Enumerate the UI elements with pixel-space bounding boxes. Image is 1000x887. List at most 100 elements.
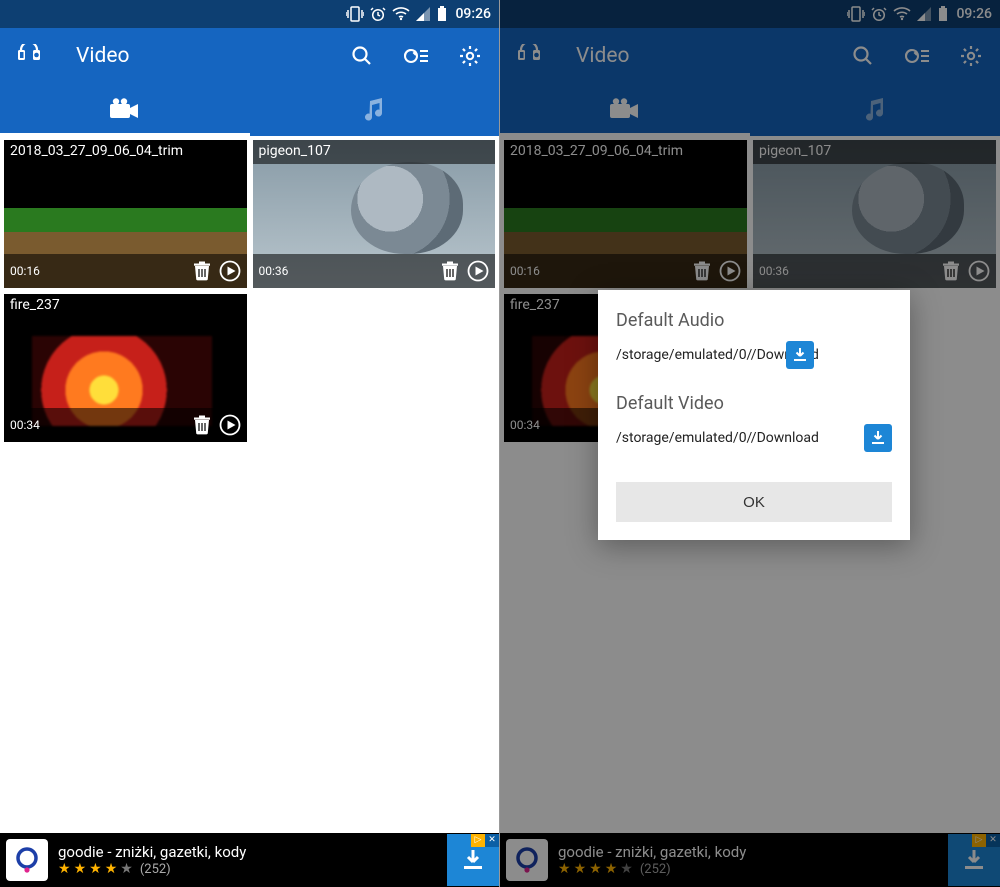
play-button[interactable] bbox=[467, 260, 489, 282]
dialog-heading-audio: Default Audio bbox=[616, 310, 892, 331]
settings-button[interactable] bbox=[956, 41, 986, 71]
download-icon bbox=[791, 346, 809, 364]
gear-icon bbox=[458, 44, 482, 68]
ad-banner[interactable]: goodie - zniżki, gazetki, kody ★★★★★ (25… bbox=[0, 833, 499, 887]
clock: 09:26 bbox=[455, 6, 491, 22]
video-tile[interactable]: 2018_03_27_09_06_04_trim 00:16 bbox=[504, 140, 747, 288]
page-title: Video bbox=[576, 44, 824, 68]
screen-left: 09:26 Video bbox=[0, 0, 500, 887]
download-icon bbox=[459, 846, 487, 874]
ad-label-icon: ▷ bbox=[471, 834, 485, 847]
star-icon: ★ bbox=[605, 861, 618, 877]
video-tile[interactable]: pigeon_107 00:36 bbox=[753, 140, 996, 288]
signal-icon bbox=[416, 7, 431, 21]
status-icons bbox=[847, 6, 948, 22]
play-button[interactable] bbox=[968, 260, 990, 282]
video-tile[interactable]: 2018_03_27_09_06_04_trim 00:16 bbox=[4, 140, 247, 288]
vibrate-icon bbox=[346, 6, 364, 22]
video-duration: 00:16 bbox=[510, 264, 685, 278]
play-circle-icon bbox=[467, 260, 489, 282]
delete-button[interactable] bbox=[191, 414, 213, 436]
ad-title: goodie - zniżki, gazetki, kody bbox=[58, 843, 447, 861]
video-duration: 00:34 bbox=[10, 418, 185, 432]
delete-button[interactable] bbox=[940, 260, 962, 282]
page-title: Video bbox=[76, 44, 323, 68]
ad-app-icon bbox=[6, 839, 48, 881]
tile-bottom-bar: 00:16 bbox=[4, 254, 247, 288]
search-button[interactable] bbox=[848, 41, 878, 71]
ad-badge: ▷ ✕ bbox=[972, 834, 1000, 847]
settings-button[interactable] bbox=[455, 41, 485, 71]
video-tile[interactable]: fire_237 00:34 bbox=[4, 294, 247, 442]
ad-title: goodie - zniżki, gazetki, kody bbox=[558, 843, 948, 861]
tab-audio[interactable] bbox=[250, 84, 500, 136]
default-video-path: /storage/emulated/0//Download bbox=[616, 429, 864, 447]
tab-video[interactable] bbox=[500, 84, 750, 136]
tab-video[interactable] bbox=[0, 84, 250, 136]
star-icon: ★ bbox=[105, 861, 118, 877]
pick-audio-folder-button[interactable] bbox=[786, 341, 814, 369]
battery-icon bbox=[437, 6, 447, 22]
tile-bottom-bar: 00:36 bbox=[253, 254, 496, 288]
refresh-list-button[interactable] bbox=[902, 41, 932, 71]
tile-bottom-bar: 00:16 bbox=[504, 254, 747, 288]
trash-icon bbox=[191, 414, 213, 436]
star-icon: ★ bbox=[589, 861, 602, 877]
delete-button[interactable] bbox=[191, 260, 213, 282]
ad-close-icon[interactable]: ✕ bbox=[485, 834, 499, 847]
ad-close-icon[interactable]: ✕ bbox=[986, 834, 1000, 847]
video-duration: 00:36 bbox=[259, 264, 434, 278]
ad-banner[interactable]: goodie - zniżki, gazetki, kody ★★★★★ (25… bbox=[500, 833, 1000, 887]
video-title: pigeon_107 bbox=[753, 140, 996, 164]
gear-icon bbox=[959, 44, 983, 68]
star-empty-icon: ★ bbox=[120, 861, 133, 877]
ad-rating-count: (252) bbox=[640, 862, 671, 877]
tab-bar bbox=[0, 84, 499, 136]
video-title: 2018_03_27_09_06_04_trim bbox=[504, 140, 747, 164]
play-button[interactable] bbox=[219, 260, 241, 282]
video-camera-icon bbox=[610, 98, 640, 122]
play-circle-icon bbox=[219, 260, 241, 282]
ad-rating: ★★★★★ (252) bbox=[558, 861, 948, 877]
trash-icon bbox=[191, 260, 213, 282]
app-logo-icon bbox=[14, 41, 44, 71]
video-tile[interactable]: pigeon_107 00:36 bbox=[253, 140, 496, 288]
video-title: 2018_03_27_09_06_04_trim bbox=[4, 140, 247, 164]
delete-button[interactable] bbox=[439, 260, 461, 282]
tile-bottom-bar: 00:36 bbox=[753, 254, 996, 288]
tab-bar bbox=[500, 84, 1000, 136]
play-button[interactable] bbox=[719, 260, 741, 282]
ad-install-button[interactable]: ▷ ✕ bbox=[948, 834, 1000, 886]
play-circle-icon bbox=[968, 260, 990, 282]
video-duration: 00:16 bbox=[10, 264, 185, 278]
ad-install-button[interactable]: ▷ ✕ bbox=[447, 834, 499, 886]
trash-icon bbox=[691, 260, 713, 282]
tab-audio[interactable] bbox=[750, 84, 1000, 136]
status-bar: 09:26 bbox=[0, 0, 499, 28]
refresh-list-button[interactable] bbox=[401, 41, 431, 71]
trash-icon bbox=[439, 260, 461, 282]
refresh-icon bbox=[403, 44, 429, 68]
video-title: fire_237 bbox=[4, 294, 247, 318]
play-circle-icon bbox=[719, 260, 741, 282]
ok-button[interactable]: OK bbox=[616, 482, 892, 522]
star-icon: ★ bbox=[89, 861, 102, 877]
ad-rating: ★★★★★ (252) bbox=[58, 861, 447, 877]
alarm-icon bbox=[370, 6, 386, 22]
status-bar: 09:26 bbox=[500, 0, 1000, 28]
alarm-icon bbox=[871, 6, 887, 22]
search-button[interactable] bbox=[347, 41, 377, 71]
wifi-icon bbox=[893, 7, 911, 21]
pick-video-folder-button[interactable] bbox=[864, 424, 892, 452]
music-note-icon bbox=[864, 98, 886, 122]
app-bar: Video bbox=[500, 28, 1000, 84]
trash-icon bbox=[940, 260, 962, 282]
star-icon: ★ bbox=[58, 861, 71, 877]
video-duration: 00:36 bbox=[759, 264, 934, 278]
tile-bottom-bar: 00:34 bbox=[4, 408, 247, 442]
download-icon bbox=[960, 846, 988, 874]
ad-app-icon bbox=[506, 839, 548, 881]
ad-text: goodie - zniżki, gazetki, kody ★★★★★ (25… bbox=[558, 843, 948, 877]
delete-button[interactable] bbox=[691, 260, 713, 282]
play-button[interactable] bbox=[219, 414, 241, 436]
